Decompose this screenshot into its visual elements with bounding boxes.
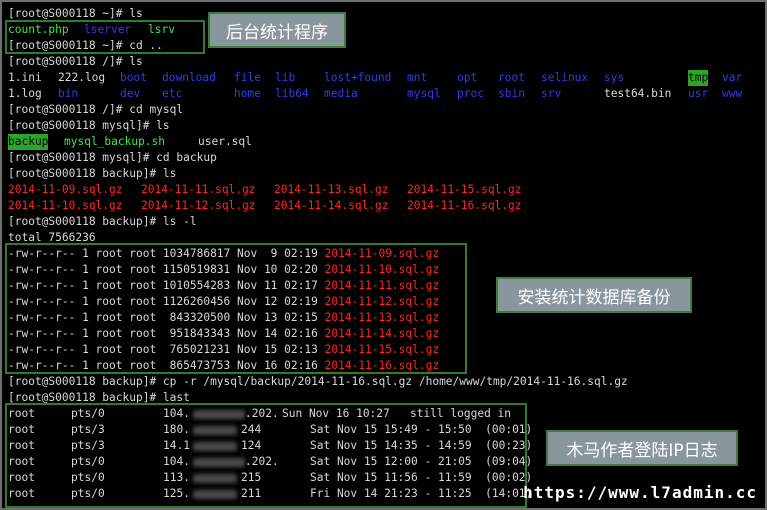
dir-entry: usr: [688, 87, 709, 100]
annotation-backend-program: 后台统计程序: [208, 12, 346, 48]
archive-file: 2014-11-09.sql.gz: [8, 183, 123, 196]
terminal-line: 2014-11-10.sql.gz 2014-11-12.sql.gz 2014…: [8, 198, 522, 214]
dir-entry: etc: [162, 87, 183, 100]
dir-entry: lib: [275, 71, 296, 84]
dir-entry: lib64: [275, 87, 309, 100]
archive-file: 2014-11-14.sql.gz: [274, 199, 389, 212]
terminal-line: 1.ini 222.log boot download file lib los…: [8, 70, 742, 86]
dir-entry: bin: [58, 87, 79, 100]
archive-file: 2014-11-12.sql.gz: [141, 199, 256, 212]
file-entry: test64.bin: [604, 87, 672, 100]
highlight-box-backup: [5, 243, 467, 374]
dir-entry: selinux: [541, 71, 589, 84]
highlight-box-program: [5, 20, 205, 54]
terminal-line: [root@S000118 /]# cd mysql: [8, 103, 184, 116]
dir-entry: home: [234, 87, 261, 100]
dir-entry: sbin: [498, 87, 525, 100]
file-entry: 1.ini: [8, 71, 42, 84]
dir-entry: media: [324, 87, 358, 100]
annotation-trojan-login-log: 木马作者登陆IP日志: [546, 430, 738, 466]
archive-file: 2014-11-16.sql.gz: [407, 199, 522, 212]
terminal-line: [root@S000118 mysql]# ls: [8, 119, 170, 132]
file-user-sql: user.sql: [198, 135, 252, 148]
dir-entry: proc: [457, 87, 484, 100]
terminal-line: 2014-11-09.sql.gz 2014-11-11.sql.gz 2014…: [8, 182, 522, 198]
terminal-window[interactable]: [root@S000118 ~]# ls count.php lserver l…: [0, 0, 767, 510]
file-entry: 1.log: [8, 87, 42, 100]
terminal-line: [root@S000118 backup]# ls -l: [8, 215, 197, 228]
file-entry: 222.log: [58, 71, 106, 84]
dir-entry: file: [234, 71, 261, 84]
archive-file: 2014-11-10.sql.gz: [8, 199, 123, 212]
archive-file: 2014-11-13.sql.gz: [274, 183, 389, 196]
dir-entry: download: [162, 71, 216, 84]
terminal-line: 1.log bin dev etc home lib64 media mysql…: [8, 86, 742, 102]
dir-entry: mysql: [407, 87, 441, 100]
dir-entry: root: [498, 71, 525, 84]
terminal-line: [root@S000118 mysql]# cd backup: [8, 151, 217, 164]
dir-entry: www: [722, 87, 743, 100]
terminal-line: backup mysql_backup.sh user.sql: [8, 134, 252, 150]
watermark-text: https://www.l7admin.cc: [523, 483, 757, 502]
terminal-line: [root@S000118 backup]# cp -r /mysql/back…: [8, 375, 628, 388]
terminal-line: [root@S000118 /]# ls: [8, 55, 143, 68]
dir-entry: var: [722, 71, 743, 84]
annotation-db-backup: 安装统计数据库备份: [496, 277, 692, 313]
archive-file: 2014-11-15.sql.gz: [407, 183, 522, 196]
dir-backup-highlighted: backup: [8, 134, 49, 150]
dir-entry: srv: [541, 87, 562, 100]
highlight-box-login: [5, 403, 527, 508]
dir-entry: opt: [457, 71, 478, 84]
dir-entry: dev: [120, 87, 141, 100]
dir-entry: lost+found: [324, 71, 392, 84]
file-mysql-backup-script: mysql_backup.sh: [64, 135, 166, 148]
dir-entry: sys: [604, 71, 625, 84]
dir-entry: boot: [120, 71, 147, 84]
dir-entry-highlighted: tmp: [688, 70, 709, 86]
archive-file: 2014-11-11.sql.gz: [141, 183, 256, 196]
terminal-line: [root@S000118 backup]# ls: [8, 167, 177, 180]
dir-entry: mnt: [407, 71, 428, 84]
